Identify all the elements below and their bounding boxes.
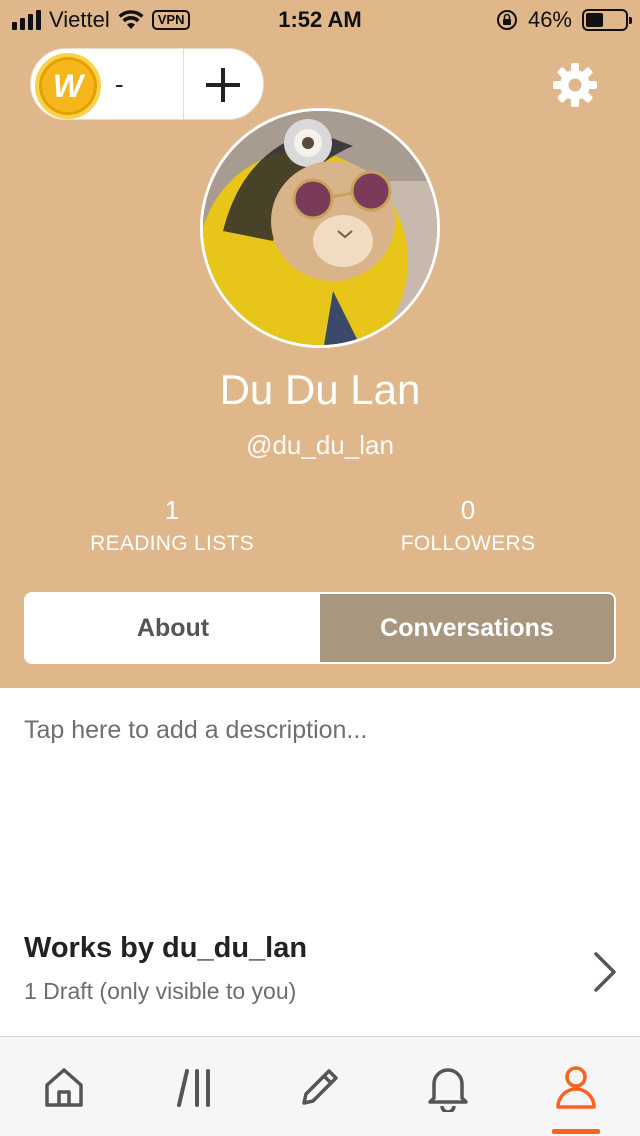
notifications-icon[interactable] (418, 1059, 478, 1115)
followers-label: FOLLOWERS (400, 532, 536, 555)
reading-lists-label: READING LISTS (90, 532, 254, 555)
avatar[interactable] (200, 108, 440, 348)
followers-count: 0 (460, 495, 476, 525)
coin-icon: W (35, 53, 101, 119)
battery-icon (582, 9, 632, 31)
coin-wallet[interactable]: W - (30, 48, 264, 120)
gear-icon[interactable] (552, 62, 598, 108)
works-subtitle: 1 Draft (only visible to you) (24, 978, 297, 1004)
battery-fill (586, 13, 603, 27)
reading-lists-count: 1 (164, 495, 180, 525)
bottom-nav (0, 1036, 640, 1136)
display-name: Du Du Lan (219, 366, 421, 413)
profile-tabs: About Conversations (24, 592, 616, 664)
orientation-lock-icon (496, 10, 517, 30)
tab-conversations[interactable]: Conversations (320, 594, 614, 662)
avatar-image (203, 111, 437, 345)
description-placeholder[interactable]: Tap here to add a description... (24, 716, 367, 745)
coin-count: - (115, 69, 124, 99)
profile-header: Viettel VPN 1:52 AM 46% W - Du Du Lan @d… (0, 0, 640, 688)
chevron-right-icon (594, 952, 616, 992)
reading-lists-stat[interactable]: 1 READING LISTS (22, 494, 322, 556)
library-icon[interactable] (164, 1059, 224, 1115)
profile-icon[interactable] (546, 1059, 606, 1115)
followers-stat[interactable]: 0 FOLLOWERS (318, 494, 618, 556)
status-bar: Viettel VPN 1:52 AM 46% (0, 0, 640, 40)
tab-about[interactable]: About (26, 594, 320, 662)
status-bar-right: 46% (496, 7, 632, 33)
write-icon[interactable] (290, 1059, 350, 1115)
active-tab-indicator (552, 1129, 600, 1134)
home-icon[interactable] (34, 1059, 94, 1115)
works-title: Works by du_du_lan (24, 932, 308, 964)
username: @du_du_lan (246, 430, 394, 460)
pill-divider (183, 49, 184, 119)
battery-percent: 46% (527, 7, 572, 32)
buy-coins-button[interactable] (191, 57, 255, 113)
